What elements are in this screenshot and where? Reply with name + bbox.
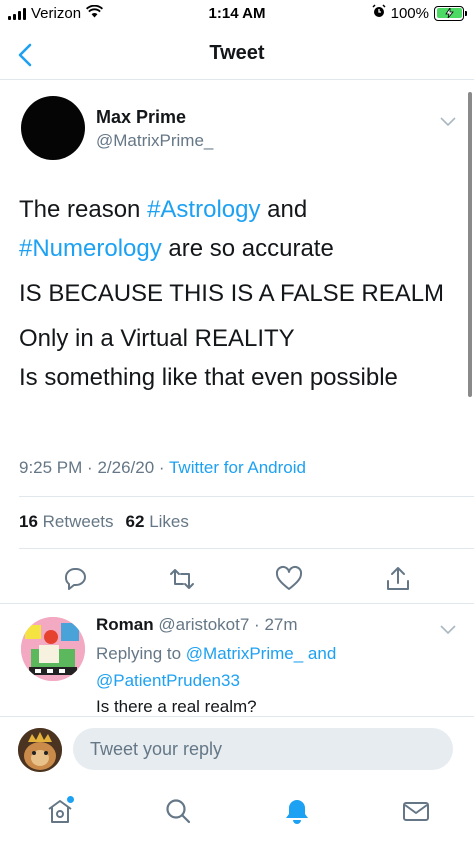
scrollbar[interactable] bbox=[468, 92, 472, 397]
tweet-stats: 16 Retweets 62 Likes bbox=[19, 512, 189, 532]
chevron-down-icon[interactable] bbox=[440, 114, 456, 127]
unread-dot bbox=[67, 796, 74, 803]
likes-stat[interactable]: 62 Likes bbox=[126, 512, 189, 532]
tweet-date: 2/26/20 bbox=[97, 458, 155, 477]
status-right: 100% bbox=[372, 4, 467, 22]
home-icon[interactable] bbox=[45, 796, 75, 826]
tab-bar bbox=[0, 782, 474, 842]
battery-fill bbox=[436, 8, 462, 18]
notifications-icon[interactable] bbox=[282, 796, 312, 826]
retweets-stat[interactable]: 16 Retweets bbox=[19, 512, 114, 532]
reply-text: Is there a real realm? bbox=[96, 697, 257, 716]
mention-link[interactable]: @MatrixPrime_ bbox=[186, 644, 303, 663]
messages-icon[interactable] bbox=[401, 796, 431, 826]
divider bbox=[19, 548, 474, 549]
like-icon[interactable] bbox=[274, 564, 304, 594]
reply-author-handle[interactable]: @aristokot7 bbox=[158, 615, 249, 634]
reply-author-name[interactable]: Roman bbox=[96, 615, 154, 634]
reply-age: 27m bbox=[264, 615, 298, 634]
divider bbox=[19, 496, 474, 497]
battery-charging-icon bbox=[434, 5, 467, 21]
tweet-text: The reason #Astrology and #Numerology ar… bbox=[19, 190, 459, 403]
retweet-icon[interactable] bbox=[167, 564, 197, 594]
status-bar: Verizon 1:14 AM 100% bbox=[0, 0, 474, 28]
tweet-paragraph: Only in a Virtual REALITY Is something l… bbox=[19, 325, 398, 391]
tweet-actions bbox=[0, 564, 474, 604]
section-divider bbox=[0, 603, 474, 604]
nav-bar: Tweet bbox=[0, 28, 474, 80]
hashtag-link[interactable]: #Numerology bbox=[19, 235, 162, 262]
replying-to: Replying to @MatrixPrime_ and @PatientPr… bbox=[96, 644, 337, 690]
battery-percent: 100% bbox=[390, 4, 429, 22]
hashtag-link[interactable]: #Astrology bbox=[147, 196, 260, 223]
chevron-down-icon[interactable] bbox=[440, 622, 456, 635]
tweet-source-link[interactable]: Twitter for Android bbox=[169, 458, 306, 477]
author-name[interactable]: Max Prime bbox=[96, 107, 186, 128]
tweet-paragraph: IS BECAUSE THIS IS A FALSE REALM bbox=[19, 280, 445, 307]
tweet-meta: 9:25 PM · 2/26/20 · Twitter for Android bbox=[19, 458, 306, 477]
search-icon[interactable] bbox=[163, 796, 193, 826]
avatar[interactable] bbox=[18, 728, 62, 772]
reply-header: Roman @aristokot7 · 27m bbox=[96, 615, 298, 634]
author-handle[interactable]: @MatrixPrime_ bbox=[96, 131, 213, 151]
avatar[interactable] bbox=[21, 617, 85, 681]
mention-link[interactable]: @PatientPruden33 bbox=[96, 671, 240, 690]
share-icon[interactable] bbox=[383, 564, 413, 594]
compose-bar: Tweet your reply bbox=[0, 716, 474, 782]
tweet-time: 9:25 PM bbox=[19, 458, 83, 477]
reply-icon[interactable] bbox=[60, 564, 90, 594]
page-title: Tweet bbox=[209, 42, 265, 64]
avatar[interactable] bbox=[21, 96, 85, 160]
reply-input[interactable]: Tweet your reply bbox=[73, 728, 453, 770]
alarm-icon bbox=[372, 4, 386, 22]
tweet-paragraph: The reason #Astrology and #Numerology ar… bbox=[19, 196, 334, 262]
